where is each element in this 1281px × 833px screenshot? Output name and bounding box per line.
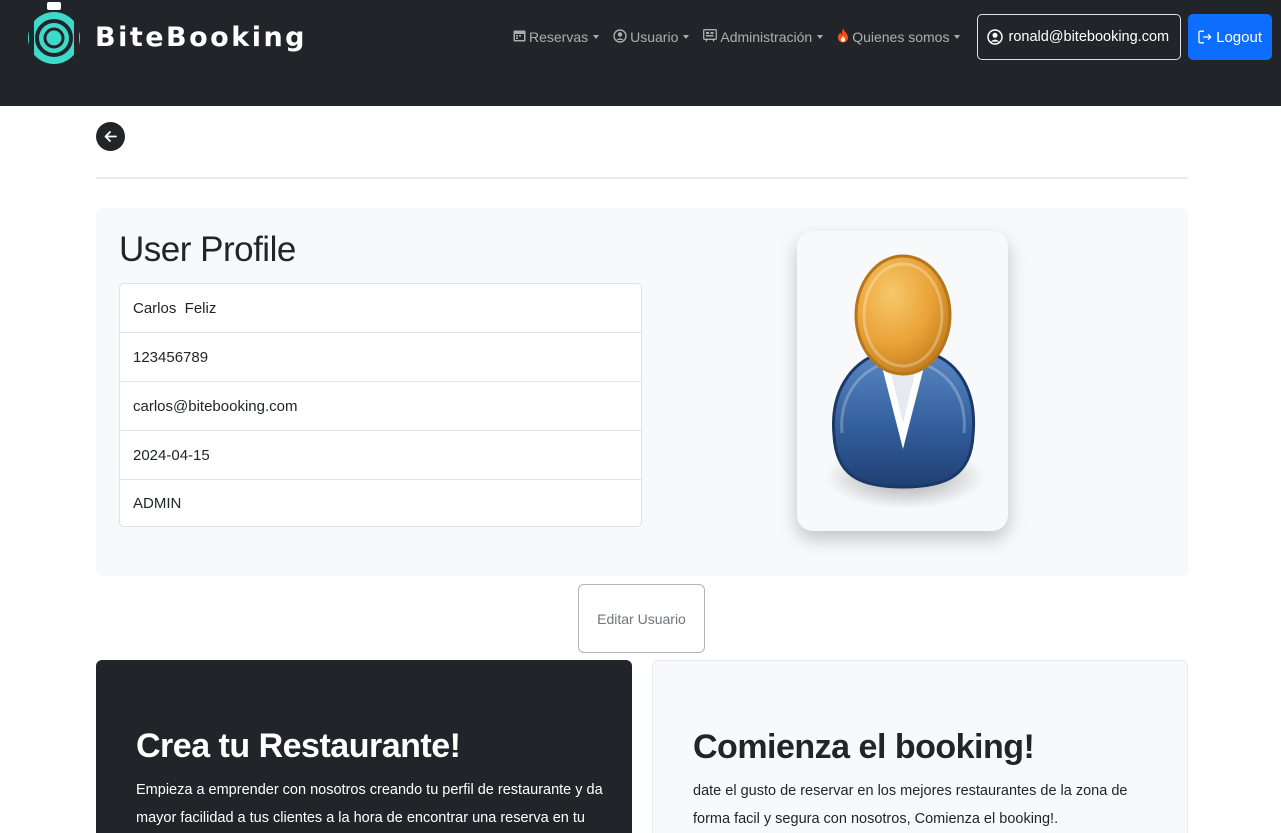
create-restaurant-card: Crea tu Restaurante! Empieza a emprender… [96,660,632,833]
nav-quienes-somos[interactable]: Quienes somos [837,28,961,46]
start-booking-title: Comienza el booking! [693,728,1035,766]
brand-logo[interactable] [27,2,81,74]
arrow-left-icon [104,131,117,142]
user-circle-icon [613,28,627,46]
profile-email: carlos@bitebooking.com [120,382,641,431]
nav-menu: Reservas Usuario Administración Quienes … [513,14,1281,60]
nav-reservas-label: Reservas [528,29,589,45]
start-booking-text: date el gusto de reservar en los mejores… [693,783,1128,827]
start-booking-card: Comienza el booking! date el gusto de re… [652,660,1188,833]
chevron-down-icon [817,35,824,39]
logout-button[interactable]: Logout [1188,14,1272,60]
fire-icon [837,28,849,46]
chevron-down-icon [954,35,961,39]
back-button[interactable] [96,122,125,151]
nav-reservas[interactable]: Reservas [513,29,600,45]
user-circle-icon [987,29,1004,45]
profile-date: 2024-04-15 [120,431,641,480]
chevron-down-icon [593,35,600,39]
profile-name: Carlos Feliz [120,284,641,333]
avatar [825,254,985,509]
divider [96,177,1188,179]
chevron-down-icon [683,35,690,39]
user-account-button[interactable]: ronald@bitebooking.com [977,14,1182,60]
nav-quienes-somos-label: Quienes somos [852,29,950,45]
profile-role: ADMIN [133,494,182,512]
page-title: User Profile [119,230,296,269]
avatar-card [797,231,1008,531]
logout-label: Logout [1216,28,1262,46]
nav-administracion-label: Administración [720,29,813,45]
logout-icon [1198,30,1212,44]
calendar-icon [513,29,526,45]
brand-name[interactable]: BiteBooking [95,20,307,56]
nav-usuario[interactable]: Usuario [613,28,690,46]
navbar: BiteBooking Reservas Usuario Administrac… [0,0,1281,106]
profile-phone: 123456789 [120,333,641,382]
create-restaurant-text: Empieza a emprender con nosotros creando… [136,782,603,826]
nav-administracion[interactable]: Administración [703,29,824,45]
create-restaurant-title: Crea tu Restaurante! [136,727,461,765]
edit-user-button[interactable]: Editar Usuario [578,584,705,653]
profile-info-list: Carlos Feliz 123456789 carlos@bitebookin… [119,283,642,527]
admin-panel-icon [703,29,718,45]
user-email: ronald@bitebooking.com [1008,29,1170,45]
nav-usuario-label: Usuario [630,29,679,45]
